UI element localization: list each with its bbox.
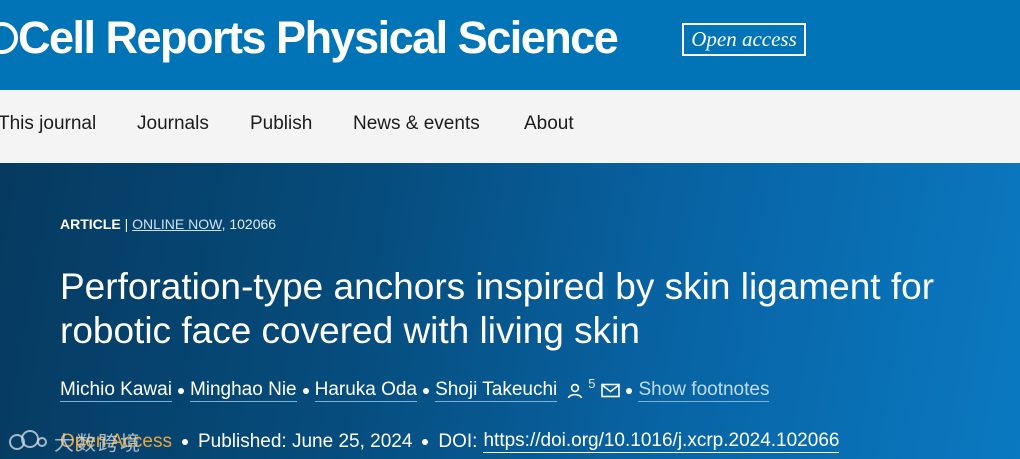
doi-link[interactable]: https://doi.org/10.1016/j.xcrp.2024.1020…: [483, 430, 840, 453]
article-title: Perforation-type anchors inspired by ski…: [60, 266, 935, 351]
author-link[interactable]: Shoji Takeuchi: [435, 379, 558, 402]
nav-about[interactable]: About: [524, 113, 574, 135]
nav-journals[interactable]: Journals: [137, 113, 209, 135]
cell-logo-icon[interactable]: [0, 22, 18, 54]
article-header: ARTICLE | ONLINE NOW, 102066 Perforation…: [0, 163, 1020, 459]
meta-separator: |: [124, 216, 129, 232]
person-icon[interactable]: [566, 382, 584, 400]
show-footnotes-link[interactable]: Show footnotes: [638, 379, 770, 402]
author-link[interactable]: Michio Kawai: [60, 379, 172, 402]
published-date: Published: June 25, 2024: [197, 430, 413, 452]
nav-this-journal[interactable]: This journal: [0, 113, 96, 135]
article-meta: ARTICLE | ONLINE NOW, 102066: [60, 216, 276, 232]
author-link[interactable]: Minghao Nie: [189, 379, 297, 402]
envelope-icon[interactable]: [601, 383, 621, 398]
info-separator: [181, 438, 188, 445]
watermark-logo-icon: [9, 430, 47, 450]
corresponding-count: 5: [588, 376, 596, 391]
journal-title[interactable]: Cell Reports Physical Science: [18, 12, 619, 64]
info-separator: [422, 438, 429, 445]
watermark-text: 大数跨境: [54, 433, 142, 455]
nav-news-events[interactable]: News & events: [353, 113, 480, 135]
site-header: Cell Reports Physical Science Open acces…: [0, 0, 1020, 90]
open-access-badge: Open access: [682, 23, 806, 56]
author-separator: [626, 387, 633, 394]
online-now-link[interactable]: ONLINE NOW: [132, 216, 221, 232]
article-number: , 102066: [221, 216, 277, 232]
main-nav: This journal Journals Publish News & eve…: [0, 90, 1020, 163]
article-type: ARTICLE: [60, 216, 121, 232]
author-separator: [177, 387, 184, 394]
publication-info: Open Access Published: June 25, 2024 DOI…: [60, 430, 840, 453]
nav-publish[interactable]: Publish: [250, 113, 312, 135]
author-separator: [302, 387, 309, 394]
author-list: Michio Kawai Minghao Nie Haruka Oda Shoj…: [60, 376, 770, 402]
author-separator: [423, 387, 430, 394]
doi-label: DOI:: [438, 430, 478, 452]
author-link[interactable]: Haruka Oda: [314, 379, 418, 402]
